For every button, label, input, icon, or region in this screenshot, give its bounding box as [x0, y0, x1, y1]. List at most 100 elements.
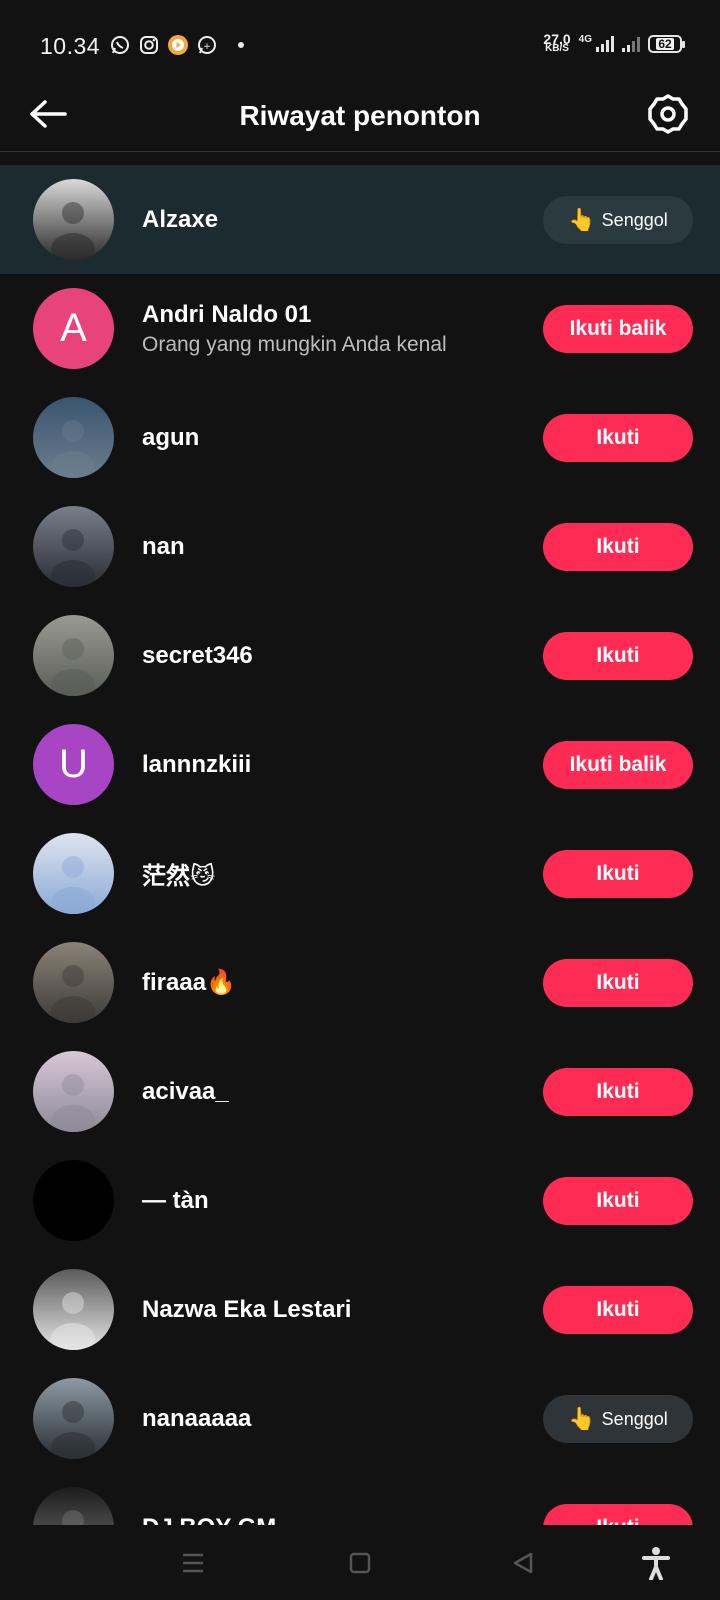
avatar[interactable]: U: [33, 724, 114, 805]
network-type: 4G: [578, 34, 592, 45]
home-button[interactable]: [342, 1545, 378, 1581]
nudge-button[interactable]: 👆 Senggol: [543, 196, 693, 244]
battery-icon: 62: [648, 35, 685, 53]
avatar-photo: [33, 1160, 114, 1241]
avatar-photo: [33, 1269, 114, 1350]
follow-button[interactable]: Ikuti: [543, 1068, 693, 1116]
viewer-info[interactable]: 茫然😼: [142, 819, 215, 928]
viewer-info[interactable]: lannnzkiii: [142, 710, 251, 819]
viewer-row[interactable]: 茫然😼 Ikuti: [0, 819, 720, 928]
notification-icons: +: [110, 35, 244, 55]
avatar-photo: [33, 1378, 114, 1459]
follow-button[interactable]: Ikuti: [543, 632, 693, 680]
nudge-button[interactable]: 👆 Senggol: [543, 1395, 693, 1443]
avatar[interactable]: [33, 615, 114, 696]
viewer-subtitle: Orang yang mungkin Anda kenal: [142, 332, 447, 356]
pointing-hand-icon: 👆: [568, 1406, 596, 1431]
viewer-info[interactable]: Andri Naldo 01 Orang yang mungkin Anda ke…: [142, 274, 447, 383]
viewer-info[interactable]: nan: [142, 492, 185, 601]
avatar-photo: [33, 1487, 114, 1525]
avatar[interactable]: [33, 1269, 114, 1350]
network-speed: 27,0 KB/S: [543, 31, 571, 54]
instagram-icon: [139, 35, 159, 55]
viewer-info[interactable]: secret346: [142, 601, 253, 710]
settings-button[interactable]: [640, 86, 696, 142]
avatar-photo: [33, 506, 114, 587]
header: Riwayat penonton: [0, 80, 720, 152]
follow-back-button[interactable]: Ikuti balik: [543, 741, 693, 789]
viewer-name: acivaa_: [142, 1077, 229, 1105]
avatar[interactable]: A: [33, 288, 114, 369]
avatar-letter: A: [60, 306, 87, 350]
follow-button[interactable]: Ikuti: [543, 1504, 693, 1525]
avatar[interactable]: [33, 506, 114, 587]
system-status: 27,0 KB/S 4G 62: [543, 31, 685, 54]
viewer-info[interactable]: DJ BOY GM: [142, 1473, 276, 1526]
viewer-row[interactable]: agun Ikuti: [0, 383, 720, 492]
viewer-row[interactable]: secret346 Ikuti: [0, 601, 720, 710]
accessibility-icon: [642, 1547, 670, 1580]
signal-strength-2-icon: [622, 36, 640, 52]
avatar[interactable]: [33, 1378, 114, 1459]
avatar[interactable]: [33, 397, 114, 478]
page-title: Riwayat penonton: [239, 100, 481, 131]
viewer-info[interactable]: nanaaaaa: [142, 1364, 251, 1473]
avatar-letter: U: [59, 742, 88, 786]
follow-button[interactable]: Ikuti: [543, 850, 693, 898]
viewer-info[interactable]: Nazwa Eka Lestari: [142, 1255, 351, 1364]
viewer-row[interactable]: DJ BOY GM Ikuti: [0, 1473, 720, 1525]
whatsapp-icon: [110, 35, 130, 55]
viewer-name: nan: [142, 532, 185, 560]
follow-button[interactable]: Ikuti: [543, 523, 693, 571]
status-bar: 10.34 + 27,0 KB/S 4G 62: [0, 0, 720, 80]
viewer-info[interactable]: — tàn: [142, 1146, 209, 1255]
follow-back-button[interactable]: Ikuti balik: [543, 305, 693, 353]
viewer-name: agun: [142, 423, 200, 451]
avatar[interactable]: [33, 942, 114, 1023]
avatar-photo: [33, 942, 114, 1023]
viewer-info[interactable]: agun: [142, 383, 199, 492]
viewer-row[interactable]: nanaaaaa 👆 Senggol: [0, 1364, 720, 1473]
avatar[interactable]: [33, 1051, 114, 1132]
accessibility-button[interactable]: [638, 1545, 674, 1581]
viewer-info[interactable]: acivaa_: [142, 1037, 229, 1146]
viewer-name: 茫然😼: [142, 863, 216, 890]
nudge-label: Senggol: [601, 1408, 668, 1429]
viewer-name: Andri Naldo 01: [142, 300, 312, 328]
menu-button[interactable]: [175, 1545, 211, 1581]
viewer-row[interactable]: Ulannnzkiii Ikuti balik: [0, 710, 720, 819]
svg-text:+: +: [203, 42, 211, 52]
viewer-row[interactable]: acivaa_ Ikuti: [0, 1037, 720, 1146]
avatar[interactable]: [33, 1160, 114, 1241]
viewer-row[interactable]: Alzaxe 👆 Senggol: [0, 165, 720, 274]
viewer-name: nanaaaaa: [142, 1404, 252, 1432]
system-navbar: [0, 1525, 720, 1600]
follow-button[interactable]: Ikuti: [543, 414, 693, 462]
back-nav-button[interactable]: [505, 1545, 541, 1581]
viewer-info[interactable]: Alzaxe: [142, 165, 218, 274]
more-notifications-dot: [238, 42, 244, 48]
viewer-row[interactable]: — tàn Ikuti: [0, 1146, 720, 1255]
viewer-info[interactable]: firaaa🔥: [142, 928, 236, 1037]
viewer-row[interactable]: Nazwa Eka Lestari Ikuti: [0, 1255, 720, 1364]
follow-button[interactable]: Ikuti: [543, 959, 693, 1007]
avatar-photo: [33, 833, 114, 914]
viewer-row[interactable]: nan Ikuti: [0, 492, 720, 601]
avatar-photo: [33, 179, 114, 260]
avatar[interactable]: [33, 1487, 114, 1525]
avatar[interactable]: [33, 833, 114, 914]
viewer-list[interactable]: Alzaxe 👆 Senggol A Andri Naldo 01 Orang yang …: [0, 165, 720, 1525]
back-triangle-icon: [513, 1552, 533, 1574]
viewer-row[interactable]: firaaa🔥 Ikuti: [0, 928, 720, 1037]
avatar[interactable]: [33, 179, 114, 260]
avatar-photo: [33, 615, 114, 696]
media-play-icon: [168, 35, 188, 55]
viewer-row[interactable]: A Andri Naldo 01 Orang yang mungkin Anda k…: [0, 274, 720, 383]
follow-button[interactable]: Ikuti: [543, 1286, 693, 1334]
avatar-photo: [33, 1051, 114, 1132]
viewer-name: Alzaxe: [142, 205, 219, 233]
whatsapp-business-icon: +: [197, 35, 217, 55]
follow-button[interactable]: Ikuti: [543, 1177, 693, 1225]
pointing-hand-icon: 👆: [568, 207, 596, 232]
viewer-name: — tàn: [142, 1186, 209, 1214]
